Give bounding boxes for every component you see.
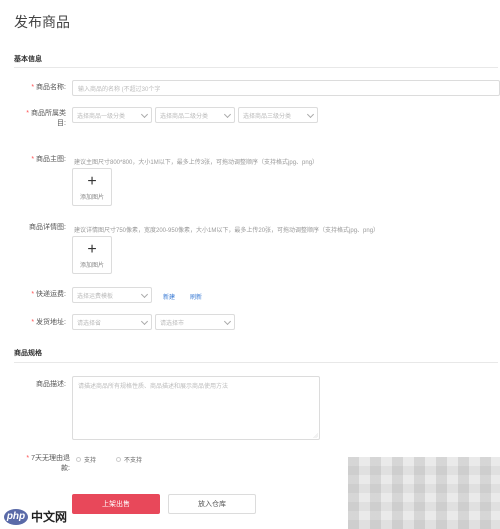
main-image-label: * 商品主图: bbox=[31, 156, 66, 163]
section-divider bbox=[14, 362, 498, 363]
main-image-hint: 建议主图尺寸800*800，大小1M以下，最多上传3张，可拖动调整顺序（支持格式… bbox=[74, 160, 319, 166]
resize-handle-icon[interactable] bbox=[313, 433, 318, 438]
category-level2-select[interactable]: 选择商品二级分类 bbox=[155, 107, 235, 123]
shipping-fee-label: * 快递运费: bbox=[31, 291, 66, 298]
publish-button[interactable]: 上架出售 bbox=[72, 494, 160, 514]
page-title: 发布商品 bbox=[14, 14, 70, 30]
ship-from-label: * 发货地址: bbox=[31, 319, 66, 326]
chevron-down-icon bbox=[140, 110, 149, 118]
basic-section-title: 基本信息 bbox=[14, 56, 42, 63]
radio-support[interactable]: 支持 bbox=[76, 455, 96, 464]
save-to-warehouse-button[interactable]: 放入仓库 bbox=[168, 494, 256, 514]
category-label: * 商品所属类 目: bbox=[26, 110, 66, 127]
chevron-down-icon bbox=[306, 110, 315, 118]
section-divider bbox=[14, 67, 498, 68]
refresh-link[interactable]: 刷新 bbox=[190, 292, 202, 301]
shipping-template-select[interactable]: 选择运费模板 bbox=[72, 287, 152, 303]
spec-section-title: 商品规格 bbox=[14, 350, 42, 357]
description-textarea[interactable]: 请描述商品所有规格性质、商品描述和展示商品使用方法 bbox=[72, 376, 320, 440]
chevron-down-icon bbox=[140, 290, 149, 298]
radio-not-support[interactable]: 不支持 bbox=[116, 455, 142, 464]
watermark-logo: php 中文网 bbox=[4, 508, 67, 525]
plus-icon: + bbox=[87, 240, 97, 258]
province-select[interactable]: 请选择省 bbox=[72, 314, 152, 330]
pixelated-overlay bbox=[348, 457, 500, 529]
new-template-link[interactable]: 新建 bbox=[163, 292, 175, 301]
chevron-down-icon bbox=[223, 110, 232, 118]
name-label: * 商品名称: bbox=[31, 84, 66, 91]
radio-icon bbox=[76, 457, 81, 462]
category-level1-select[interactable]: 选择商品一级分类 bbox=[72, 107, 152, 123]
description-label: 商品描述: bbox=[36, 381, 66, 388]
detail-image-hint: 建议详情图尺寸750像素，宽度200-950像素，大小1M以下，最多上传20张，… bbox=[74, 228, 380, 234]
chevron-down-icon bbox=[223, 317, 232, 325]
category-level3-select[interactable]: 选择商品三级分类 bbox=[238, 107, 318, 123]
plus-icon: + bbox=[87, 172, 97, 190]
product-name-input[interactable]: 输入商品的名称 (不超过30个字 bbox=[72, 80, 500, 96]
radio-icon bbox=[116, 457, 121, 462]
main-image-upload[interactable]: + 添加图片 bbox=[72, 168, 112, 206]
detail-image-upload[interactable]: + 添加图片 bbox=[72, 236, 112, 274]
chevron-down-icon bbox=[140, 317, 149, 325]
detail-image-label: 商品详情图: bbox=[29, 224, 66, 231]
return-policy-label: * 7天无理由退 款: bbox=[26, 455, 70, 472]
city-select[interactable]: 请选择市 bbox=[155, 314, 235, 330]
